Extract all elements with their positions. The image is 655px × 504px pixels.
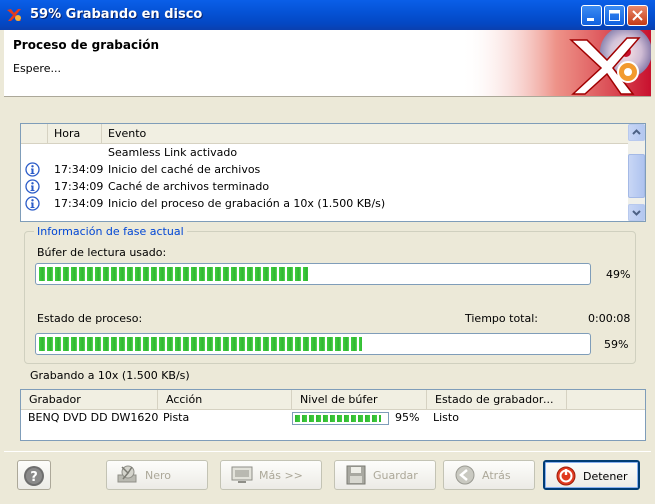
recorder-row[interactable]: BENQ DVD DD DW1620 Pista 95% Listo [21, 409, 645, 426]
window-title: 59% Grabando en disco [30, 7, 203, 22]
log-event: Inicio del proceso de grabación a 10x (1… [108, 197, 386, 210]
more-button-label: Más >> [259, 469, 303, 482]
scroll-thumb[interactable] [628, 154, 645, 198]
log-scrollbar[interactable] [628, 124, 645, 221]
stop-button-label: Detener [583, 470, 628, 483]
recorder-name: BENQ DVD DD DW1620 [28, 411, 159, 424]
save-button-label: Guardar [373, 469, 418, 482]
process-percent: 59% [604, 338, 629, 351]
recorder-buffer-fill [295, 415, 381, 422]
speed-text: Grabando a 10x (1.500 KB/s) [30, 369, 190, 382]
info-icon [25, 162, 40, 177]
total-time-label: Tiempo total: [465, 312, 538, 325]
burn-progress-window: 59% Grabando en disco Proceso de grabaci… [0, 0, 655, 504]
nero-button-label: Nero [145, 469, 172, 482]
log-header-evento[interactable]: Evento [102, 124, 628, 143]
recorder-header-more[interactable]: ... [537, 390, 567, 409]
log-time: 17:34:09 [54, 180, 104, 193]
recorder-list-header: Grabador Acción Nivel de búfer Estado de… [21, 390, 645, 410]
buffer-percent: 49% [606, 268, 631, 281]
chevron-up-icon [632, 129, 641, 135]
page-subtitle: Espere... [13, 62, 61, 75]
maximize-button[interactable] [604, 5, 625, 26]
buffer-progress-fill [39, 267, 308, 281]
stop-button[interactable]: Detener [543, 460, 640, 490]
back-button-label: Atrás [482, 469, 511, 482]
minimize-button[interactable] [581, 5, 602, 26]
scroll-down-button[interactable] [628, 204, 645, 221]
more-button[interactable]: Más >> [220, 460, 322, 490]
svg-text:?: ? [30, 470, 38, 485]
event-log-list[interactable]: Hora Evento Seamless Link activado 17:34… [20, 123, 646, 222]
recorder-header-grabador[interactable]: Grabador [21, 390, 158, 409]
recorder-list[interactable]: Grabador Acción Nivel de búfer Estado de… [20, 389, 646, 441]
stop-icon [556, 466, 576, 486]
nero-burner-icon [117, 465, 137, 483]
log-event: Caché de archivos terminado [108, 180, 270, 193]
log-row[interactable]: Seamless Link activado [21, 144, 628, 161]
log-row[interactable]: 17:34:09 Inicio del caché de archivos [21, 161, 628, 178]
log-event: Inicio del caché de archivos [108, 163, 261, 176]
info-icon [25, 196, 40, 211]
buffer-label: Búfer de lectura usado: [37, 246, 167, 259]
header-panel: Proceso de grabación Espere... [4, 30, 651, 97]
nero-button[interactable]: Nero [106, 460, 208, 490]
back-arrow-icon [455, 465, 475, 485]
monitor-icon [231, 466, 253, 483]
scroll-up-button[interactable] [628, 124, 645, 141]
log-row[interactable]: 17:34:09 Inicio del proceso de grabación… [21, 195, 628, 212]
buffer-progress-bar [35, 263, 591, 285]
close-button[interactable] [627, 5, 648, 26]
info-icon [25, 179, 40, 194]
log-time: 17:34:09 [54, 163, 104, 176]
close-icon [632, 10, 643, 21]
log-header-hora[interactable]: Hora [48, 124, 102, 143]
nero-app-icon[interactable] [6, 7, 22, 23]
floppy-disk-icon [346, 465, 366, 485]
phase-group-title: Información de fase actual [34, 225, 187, 238]
save-button[interactable]: Guardar [334, 460, 436, 490]
title-bar[interactable]: 59% Grabando en disco [0, 0, 655, 30]
minimize-icon [587, 18, 594, 21]
log-time: 17:34:09 [54, 197, 104, 210]
total-time-value: 0:00:08 [588, 312, 631, 325]
recorder-status: Listo [433, 411, 459, 424]
recorder-buffer-percent: 95% [395, 411, 420, 424]
log-row[interactable]: 17:34:09 Caché de archivos terminado [21, 178, 628, 195]
recorder-buffer-bar [292, 412, 389, 425]
help-icon: ? [24, 466, 44, 486]
help-button[interactable]: ? [17, 460, 51, 490]
process-progress-fill [39, 337, 362, 351]
log-header-icon-column[interactable] [21, 124, 48, 143]
nero-logo [461, 30, 651, 96]
chevron-down-icon [632, 210, 641, 216]
log-header: Hora Evento [21, 124, 628, 144]
recorder-action: Pista [163, 411, 190, 424]
page-title: Proceso de grabación [13, 38, 159, 52]
process-progress-bar [35, 333, 591, 355]
recorder-header-accion[interactable]: Acción [158, 390, 292, 409]
log-event: Seamless Link activado [108, 146, 238, 159]
back-button[interactable]: Atrás [443, 460, 535, 490]
maximize-icon [609, 10, 620, 21]
process-label: Estado de proceso: [37, 312, 143, 325]
recorder-header-nivel[interactable]: Nivel de búfer [292, 390, 427, 409]
